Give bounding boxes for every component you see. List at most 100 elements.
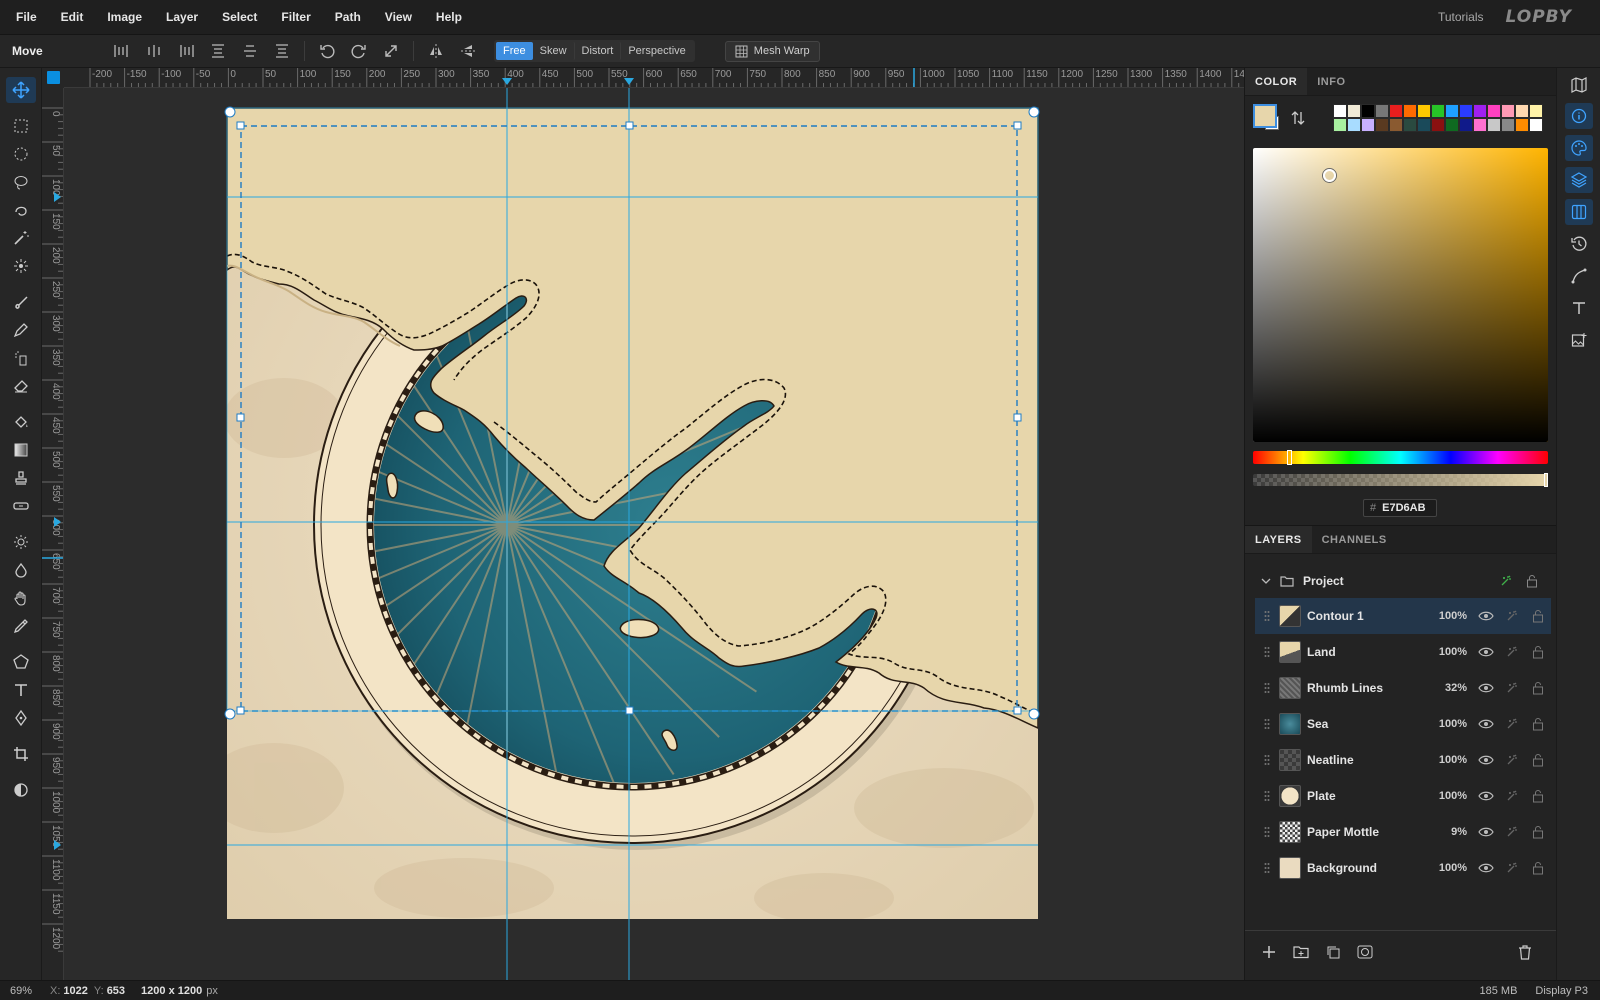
layer-opacity[interactable]: 32% bbox=[1437, 682, 1467, 694]
palette-swatch[interactable] bbox=[1361, 104, 1375, 118]
tab-info[interactable]: INFO bbox=[1307, 68, 1355, 95]
drag-handle-icon[interactable] bbox=[1255, 790, 1279, 802]
guide-marker[interactable] bbox=[502, 78, 512, 85]
tab-layers[interactable]: LAYERS bbox=[1245, 526, 1312, 553]
flip-horizontal-icon[interactable] bbox=[420, 38, 452, 64]
paths-icon[interactable] bbox=[1565, 263, 1593, 289]
zoom-level[interactable]: 69% bbox=[0, 985, 50, 997]
effects-icon[interactable] bbox=[1499, 753, 1525, 767]
mesh-warp-button[interactable]: Mesh Warp bbox=[724, 40, 820, 62]
transform-handle[interactable] bbox=[1013, 121, 1022, 130]
corner-handle[interactable] bbox=[224, 106, 236, 118]
drag-handle-icon[interactable] bbox=[1255, 646, 1279, 658]
duplicate-layer-icon[interactable] bbox=[1320, 940, 1346, 964]
palette-swatch[interactable] bbox=[1445, 104, 1459, 118]
layer-row[interactable]: Sea 100% bbox=[1255, 706, 1551, 742]
layer-opacity[interactable]: 100% bbox=[1437, 718, 1467, 730]
palette-swatch[interactable] bbox=[1347, 104, 1361, 118]
palette-swatch[interactable] bbox=[1389, 118, 1403, 132]
layers-icon[interactable] bbox=[1565, 167, 1593, 193]
magnetic-lasso-icon[interactable] bbox=[6, 197, 36, 223]
hex-field[interactable]: # E7D6AB bbox=[1363, 499, 1437, 517]
eye-icon[interactable] bbox=[1473, 646, 1499, 658]
lock-icon[interactable] bbox=[1525, 753, 1551, 767]
layer-opacity[interactable]: 9% bbox=[1437, 826, 1467, 838]
magic-wand-icon[interactable] bbox=[6, 225, 36, 251]
transform-handle[interactable] bbox=[1013, 706, 1022, 715]
drag-handle-icon[interactable] bbox=[1255, 826, 1279, 838]
move-tool-icon[interactable] bbox=[6, 77, 36, 103]
quick-mask-icon[interactable] bbox=[6, 777, 36, 803]
palette-swatch[interactable] bbox=[1403, 118, 1417, 132]
transform-handle[interactable] bbox=[625, 121, 634, 130]
horizontal-ruler[interactable]: -200 -150 -100 -50 0 50 100 150 200 250 300 350 400 4… bbox=[64, 68, 1244, 88]
foreground-color-swatch[interactable] bbox=[1253, 104, 1277, 128]
text-tool-icon[interactable] bbox=[6, 677, 36, 703]
vertical-ruler[interactable]: 0 50 100 150 200 250 300 350 400 450 500 550 600 650 7… bbox=[42, 88, 64, 980]
menu-view[interactable]: View bbox=[373, 0, 424, 35]
swap-colors-icon[interactable] bbox=[1291, 110, 1305, 129]
menu-filter[interactable]: Filter bbox=[269, 0, 322, 35]
shape-polygon-icon[interactable] bbox=[6, 649, 36, 675]
navigator-map-icon[interactable] bbox=[1565, 72, 1593, 98]
mode-perspective-button[interactable]: Perspective bbox=[621, 42, 692, 60]
burn-icon[interactable] bbox=[6, 557, 36, 583]
align-right-icon[interactable] bbox=[170, 38, 202, 64]
new-group-icon[interactable] bbox=[1288, 940, 1314, 964]
layer-row[interactable]: Land 100% bbox=[1255, 634, 1551, 670]
rotate-ccw-icon[interactable] bbox=[311, 38, 343, 64]
lock-icon[interactable] bbox=[1525, 645, 1551, 659]
align-bottom-icon[interactable] bbox=[266, 38, 298, 64]
palette-swatch[interactable] bbox=[1501, 104, 1515, 118]
eyedropper-icon[interactable] bbox=[6, 613, 36, 639]
scale-icon[interactable] bbox=[375, 38, 407, 64]
transform-handle[interactable] bbox=[236, 413, 245, 422]
gradient-icon[interactable] bbox=[6, 437, 36, 463]
alpha-handle[interactable] bbox=[1544, 473, 1548, 487]
align-top-icon[interactable] bbox=[202, 38, 234, 64]
align-middle-v-icon[interactable] bbox=[234, 38, 266, 64]
tutorials-link[interactable]: Tutorials bbox=[1438, 10, 1484, 24]
palette-swatch[interactable] bbox=[1333, 118, 1347, 132]
hand-icon[interactable] bbox=[6, 585, 36, 611]
menu-edit[interactable]: Edit bbox=[49, 0, 96, 35]
eye-icon[interactable] bbox=[1473, 826, 1499, 838]
menu-path[interactable]: Path bbox=[323, 0, 373, 35]
palette-swatch[interactable] bbox=[1459, 118, 1473, 132]
lock-icon[interactable] bbox=[1525, 789, 1551, 803]
menu-layer[interactable]: Layer bbox=[154, 0, 210, 35]
brush-icon[interactable] bbox=[6, 289, 36, 315]
character-icon[interactable] bbox=[1565, 295, 1593, 321]
lock-icon[interactable] bbox=[1525, 825, 1551, 839]
lock-icon[interactable] bbox=[1519, 574, 1545, 588]
palette-swatch[interactable] bbox=[1445, 118, 1459, 132]
align-center-h-icon[interactable] bbox=[138, 38, 170, 64]
eye-icon[interactable] bbox=[1473, 610, 1499, 622]
transform-handle[interactable] bbox=[1013, 413, 1022, 422]
hue-handle[interactable] bbox=[1287, 450, 1292, 465]
quick-select-icon[interactable] bbox=[6, 253, 36, 279]
layer-row[interactable]: Background 100% bbox=[1255, 850, 1551, 886]
menu-file[interactable]: File bbox=[0, 0, 49, 35]
palette-swatch[interactable] bbox=[1431, 118, 1445, 132]
tab-channels[interactable]: CHANNELS bbox=[1312, 526, 1397, 553]
corner-handle[interactable] bbox=[224, 708, 236, 720]
transform-handle[interactable] bbox=[236, 706, 245, 715]
lock-icon[interactable] bbox=[1525, 717, 1551, 731]
color-swatches[interactable] bbox=[1253, 104, 1283, 132]
layer-row[interactable]: Rhumb Lines 32% bbox=[1255, 670, 1551, 706]
layer-mask-icon[interactable] bbox=[1352, 940, 1378, 964]
palette-swatch[interactable] bbox=[1487, 118, 1501, 132]
flip-vertical-icon[interactable] bbox=[452, 38, 484, 64]
menu-image[interactable]: Image bbox=[95, 0, 154, 35]
color-palette-icon[interactable] bbox=[1565, 135, 1593, 161]
eraser-icon[interactable] bbox=[6, 373, 36, 399]
new-layer-icon[interactable] bbox=[1256, 940, 1282, 964]
layer-opacity[interactable]: 100% bbox=[1437, 610, 1467, 622]
hex-value[interactable]: E7D6AB bbox=[1382, 502, 1425, 514]
palette-swatch[interactable] bbox=[1515, 118, 1529, 132]
drag-handle-icon[interactable] bbox=[1255, 862, 1279, 874]
corner-handle[interactable] bbox=[1028, 708, 1040, 720]
effects-icon[interactable] bbox=[1499, 681, 1525, 695]
rect-marquee-icon[interactable] bbox=[6, 113, 36, 139]
